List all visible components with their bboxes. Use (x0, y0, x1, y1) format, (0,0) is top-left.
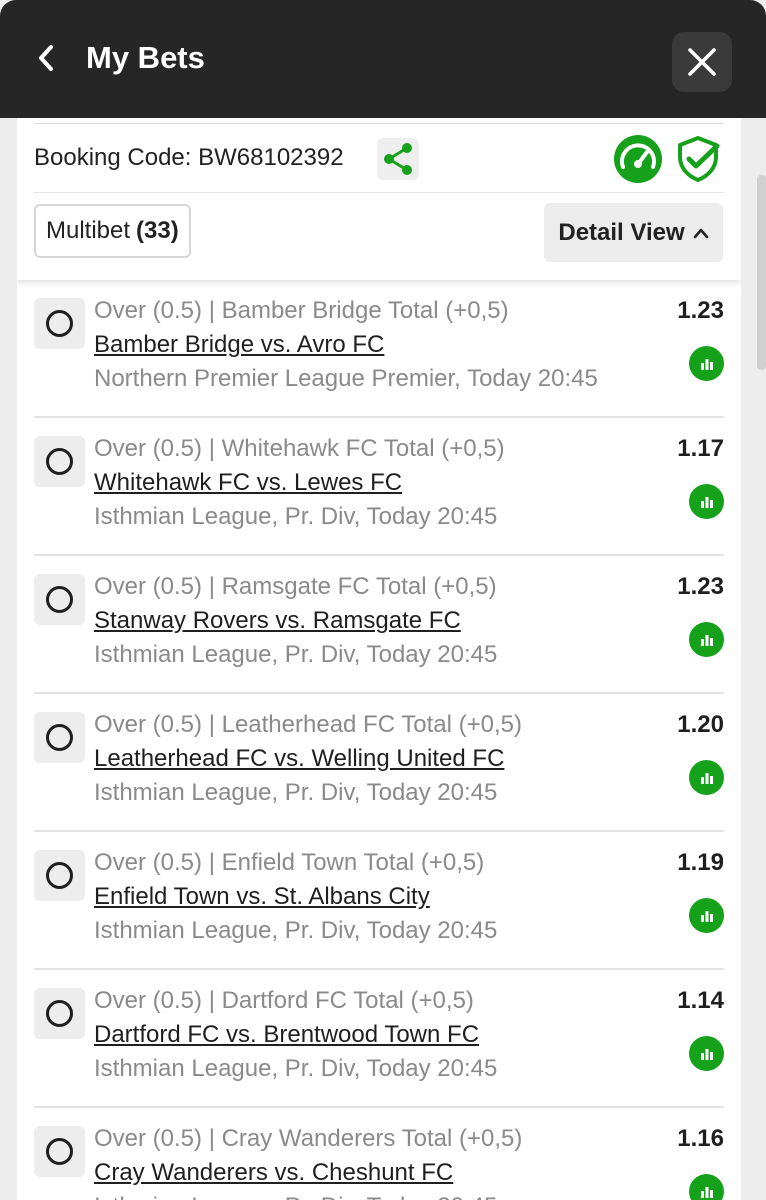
chevron-up-icon (693, 228, 708, 238)
select-radio[interactable] (34, 574, 85, 625)
bar-chart-icon (700, 358, 713, 370)
bet-row: Over (0.5) | Ramsgate FC Total (+0,5) St… (34, 556, 724, 694)
divider (34, 123, 724, 124)
bet-row: Over (0.5) | Cray Wanderers Total (+0,5)… (34, 1108, 724, 1200)
stats-button[interactable] (689, 1036, 724, 1071)
bet-odds: 1.19 (677, 849, 724, 876)
bet-league: Isthmian League, Pr. Div, Today 20:45 (94, 641, 498, 668)
bet-match-link[interactable]: Stanway Rovers vs. Ramsgate FC (94, 606, 461, 636)
bet-market: Over (0.5) | Dartford FC Total (+0,5) (94, 987, 474, 1014)
bet-market: Over (0.5) | Ramsgate FC Total (+0,5) (94, 573, 497, 600)
select-radio[interactable] (34, 436, 85, 487)
stats-button[interactable] (689, 622, 724, 657)
speedometer-icon[interactable] (614, 135, 662, 183)
bet-match-link[interactable]: Enfield Town vs. St. Albans City (94, 882, 430, 912)
radio-circle-icon (46, 862, 73, 889)
multibet-count: (33) (136, 217, 179, 244)
radio-circle-icon (46, 724, 73, 751)
top-bar: My Bets (0, 0, 766, 118)
bet-summary: Booking Code: BW68102392 Multibet (33) D… (17, 118, 741, 280)
bet-market: Over (0.5) | Leatherhead FC Total (+0,5) (94, 711, 523, 738)
detail-view-label: Detail View (558, 218, 685, 246)
radio-circle-icon (46, 586, 73, 613)
bet-match-link[interactable]: Cray Wanderers vs. Cheshunt FC (94, 1158, 453, 1188)
bet-league: Northern Premier League Premier, Today 2… (94, 365, 598, 392)
bet-market: Over (0.5) | Bamber Bridge Total (+0,5) (94, 297, 509, 324)
bet-odds: 1.17 (677, 435, 724, 462)
back-button[interactable] (24, 36, 68, 80)
divider (34, 192, 724, 193)
multibet-chip[interactable]: Multibet (33) (34, 204, 191, 258)
bar-chart-icon (700, 1186, 713, 1198)
bet-odds: 1.20 (677, 711, 724, 738)
bet-league: Isthmian League, Pr. Div, Today 20:45 (94, 1192, 497, 1200)
bet-league: Isthmian League, Pr. Div, Today 20:45 (94, 1055, 498, 1082)
radio-circle-icon (46, 310, 73, 337)
select-radio[interactable] (34, 712, 85, 763)
booking-code-label: Booking Code: (34, 144, 192, 171)
bet-match-link[interactable]: Whitehawk FC vs. Lewes FC (94, 468, 402, 498)
select-radio[interactable] (34, 850, 85, 901)
stats-button[interactable] (689, 484, 724, 519)
bet-match-link[interactable]: Bamber Bridge vs. Avro FC (94, 330, 384, 360)
close-icon (688, 48, 716, 76)
bet-league: Isthmian League, Pr. Div, Today 20:45 (94, 917, 498, 944)
booking-code-value: BW68102392 (198, 144, 344, 171)
detail-view-button[interactable]: Detail View (544, 203, 723, 262)
radio-circle-icon (46, 448, 73, 475)
bet-row: Over (0.5) | Leatherhead FC Total (+0,5)… (34, 694, 724, 832)
bar-chart-icon (700, 910, 713, 922)
bar-chart-icon (700, 496, 713, 508)
stats-button[interactable] (689, 898, 724, 933)
radio-circle-icon (46, 1000, 73, 1027)
bet-market: Over (0.5) | Enfield Town Total (+0,5) (94, 849, 485, 876)
bet-match-link[interactable]: Leatherhead FC vs. Welling United FC (94, 744, 504, 774)
bet-row: Over (0.5) | Dartford FC Total (+0,5) Da… (34, 970, 724, 1108)
chevron-left-icon (39, 45, 53, 71)
select-radio[interactable] (34, 1126, 85, 1177)
radio-circle-icon (46, 1138, 73, 1165)
bar-chart-icon (700, 634, 713, 646)
bar-chart-icon (700, 772, 713, 784)
bet-league: Isthmian League, Pr. Div, Today 20:45 (94, 779, 498, 806)
bets-sheet: Booking Code: BW68102392 Multibet (33) D… (17, 118, 741, 1200)
stats-button[interactable] (689, 760, 724, 795)
stats-button[interactable] (689, 346, 724, 381)
bet-odds: 1.23 (677, 573, 724, 600)
bet-odds: 1.16 (677, 1125, 724, 1152)
page-title: My Bets (86, 40, 205, 75)
bet-odds: 1.14 (677, 987, 724, 1014)
close-button[interactable] (672, 32, 732, 92)
bet-league: Isthmian League, Pr. Div, Today 20:45 (94, 503, 498, 530)
bet-market: Over (0.5) | Cray Wanderers Total (+0,5) (94, 1125, 523, 1152)
bet-row: Over (0.5) | Bamber Bridge Total (+0,5) … (34, 280, 724, 418)
share-button[interactable] (377, 138, 419, 180)
select-radio[interactable] (34, 298, 85, 349)
bet-market: Over (0.5) | Whitehawk FC Total (+0,5) (94, 435, 505, 462)
bet-row: Over (0.5) | Enfield Town Total (+0,5) E… (34, 832, 724, 970)
bar-chart-icon (700, 1048, 713, 1060)
shield-check-icon[interactable] (675, 135, 721, 183)
multibet-label: Multibet (46, 217, 131, 244)
booking-code: Booking Code: BW68102392 (34, 142, 344, 174)
share-icon (384, 143, 412, 175)
select-radio[interactable] (34, 988, 85, 1039)
bet-match-link[interactable]: Dartford FC vs. Brentwood Town FC (94, 1020, 479, 1050)
bet-odds: 1.23 (677, 297, 724, 324)
bet-row: Over (0.5) | Whitehawk FC Total (+0,5) W… (34, 418, 724, 556)
scrollbar[interactable] (757, 175, 766, 370)
stats-button[interactable] (689, 1174, 724, 1200)
